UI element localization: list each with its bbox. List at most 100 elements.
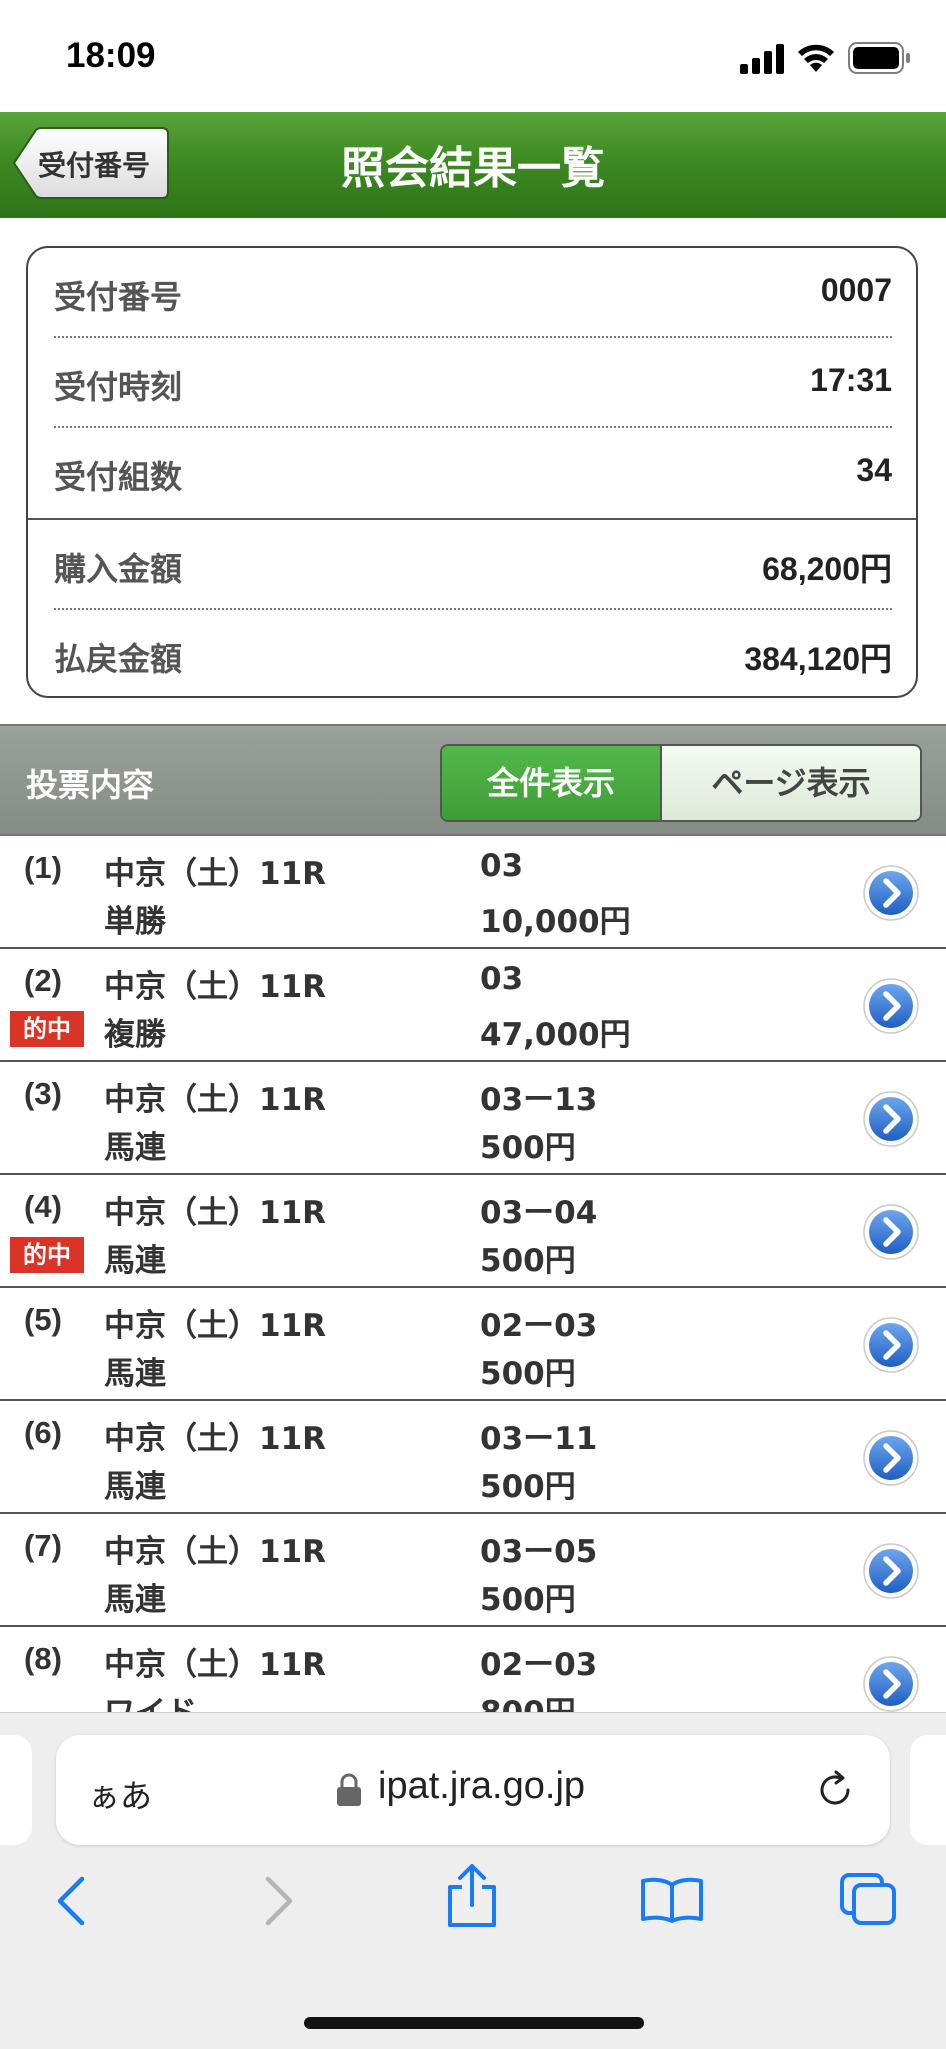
bet-number: (4) <box>24 1189 62 1224</box>
summary-value: 68,200円 <box>762 551 892 587</box>
chevron-right-circle-icon[interactable] <box>862 1316 920 1374</box>
bet-row[interactable]: (3) 中京（土）11R 馬連 03ー13 500円 <box>0 1062 946 1175</box>
summary-value: 384,120円 <box>744 641 892 677</box>
bet-race: 中京（土）11R <box>104 969 327 1005</box>
bet-row[interactable]: (2) 中京（土）11R 複勝 03 47,000円 的中 <box>0 949 946 1062</box>
bet-row[interactable]: (8) 中京（土）11R ワイド 02ー03 800円 <box>0 1627 946 1712</box>
bet-combination: 02ー03 <box>480 1647 598 1683</box>
bet-combination: 02ー03 <box>480 1308 598 1344</box>
bet-number: (2) <box>24 963 62 998</box>
hit-badge: 的中 <box>10 1011 84 1047</box>
summary-row-receipt-time: 受付時刻 17:31 <box>54 338 892 428</box>
next-tab-preview[interactable] <box>910 1735 946 1845</box>
bet-race: 中京（土）11R <box>104 1647 327 1683</box>
chevron-right-circle-icon[interactable] <box>862 1542 920 1600</box>
bet-row[interactable]: (7) 中京（土）11R 馬連 03ー05 500円 <box>0 1514 946 1627</box>
summary-label: 受付番号 <box>54 278 183 316</box>
bet-amount: 10,000円 <box>480 904 631 940</box>
signal-icon <box>740 44 784 74</box>
bet-type: 馬連 <box>104 1582 166 1618</box>
chevron-right-circle-icon[interactable] <box>862 1203 920 1261</box>
bet-list: (1) 中京（土）11R 単勝 03 10,000円 (2) 中京（土）11R 複勝 03 47,… <box>0 836 946 1712</box>
bet-race: 中京（土）11R <box>104 1534 327 1570</box>
browser-toolbar: ぁあ ipat.jra.go.jp <box>0 1712 946 2049</box>
bet-amount: 500円 <box>480 1243 576 1279</box>
reload-icon[interactable] <box>812 1767 858 1813</box>
summary-card: 受付番号 0007 受付時刻 17:31 受付組数 34 購入金額 68,200… <box>26 246 918 698</box>
summary-row-purchase-amount: 購入金額 68,200円 <box>54 520 892 610</box>
bet-amount: 500円 <box>480 1469 576 1505</box>
summary-value: 17:31 <box>810 362 892 398</box>
battery-icon <box>848 42 910 74</box>
summary-value: 34 <box>856 452 892 488</box>
bet-row[interactable]: (6) 中京（土）11R 馬連 03ー11 500円 <box>0 1401 946 1514</box>
bet-type: ワイド <box>104 1687 197 1712</box>
nav-header: 受付番号 照会結果一覧 <box>0 112 946 218</box>
bet-combination: 03ー13 <box>480 1082 598 1118</box>
summary-label: 購入金額 <box>54 550 183 588</box>
bet-combination: 03 <box>480 961 524 997</box>
show-all-button[interactable]: 全件表示 <box>442 746 662 820</box>
chevron-right-circle-icon[interactable] <box>862 1090 920 1148</box>
bet-amount: 800円 <box>480 1687 576 1712</box>
summary-row-receipt-number: 受付番号 0007 <box>54 248 892 338</box>
bet-number: (6) <box>24 1415 62 1450</box>
chevron-right-circle-icon[interactable] <box>862 1429 920 1487</box>
lock-icon <box>337 1773 361 1806</box>
bet-row[interactable]: (5) 中京（土）11R 馬連 02ー03 500円 <box>0 1288 946 1401</box>
summary-label: 払戻金額 <box>54 640 183 678</box>
forward-arrow-icon[interactable] <box>258 1873 298 1929</box>
page-settings-button[interactable]: ぁあ <box>88 1771 152 1817</box>
wifi-icon <box>798 44 834 72</box>
bet-type: 馬連 <box>104 1356 166 1392</box>
chevron-right-circle-icon[interactable] <box>862 864 920 922</box>
bet-number: (5) <box>24 1302 62 1337</box>
chevron-right-circle-icon[interactable] <box>862 1655 920 1712</box>
bet-row[interactable]: (4) 中京（土）11R 馬連 03ー04 500円 的中 <box>0 1175 946 1288</box>
bet-amount: 500円 <box>480 1130 576 1166</box>
status-bar: 18:09 <box>0 0 946 112</box>
view-toggle: 全件表示 ページ表示 <box>440 744 922 822</box>
back-arrow-icon[interactable] <box>52 1873 92 1929</box>
page-view-button[interactable]: ページ表示 <box>662 746 920 820</box>
bet-type: 複勝 <box>104 1017 166 1053</box>
bet-amount: 500円 <box>480 1582 576 1618</box>
section-title: 投票内容 <box>26 766 155 804</box>
bet-type: 馬連 <box>104 1243 166 1279</box>
bet-type: 単勝 <box>104 904 166 940</box>
bet-race: 中京（土）11R <box>104 1421 327 1457</box>
url-text: ipat.jra.go.jp <box>378 1765 586 1807</box>
home-indicator <box>304 2017 644 2029</box>
page-title: 照会結果一覧 <box>341 143 605 194</box>
bet-combination: 03ー04 <box>480 1195 598 1231</box>
address-bar[interactable]: ぁあ ipat.jra.go.jp <box>56 1735 890 1845</box>
hit-badge: 的中 <box>10 1237 84 1273</box>
bet-number: (8) <box>24 1641 62 1676</box>
bookmarks-icon[interactable] <box>640 1875 704 1923</box>
previous-tab-preview[interactable] <box>0 1735 32 1845</box>
tabs-icon[interactable] <box>838 1871 898 1927</box>
status-time: 18:09 <box>66 36 156 75</box>
bet-row[interactable]: (1) 中京（土）11R 単勝 03 10,000円 <box>0 836 946 949</box>
bet-number: (7) <box>24 1528 62 1563</box>
bet-type: 馬連 <box>104 1469 166 1505</box>
bet-amount: 47,000円 <box>480 1017 631 1053</box>
bet-number: (1) <box>24 850 62 885</box>
summary-label: 受付時刻 <box>54 368 183 406</box>
summary-value: 0007 <box>820 272 892 308</box>
bet-combination: 03ー05 <box>480 1534 598 1570</box>
section-bar: 投票内容 全件表示 ページ表示 <box>0 724 946 836</box>
bet-combination: 03ー11 <box>480 1421 598 1457</box>
summary-row-payout-amount: 払戻金額 384,120円 <box>54 610 892 700</box>
bet-amount: 500円 <box>480 1356 576 1392</box>
chevron-right-circle-icon[interactable] <box>862 977 920 1035</box>
share-icon[interactable] <box>444 1863 500 1929</box>
bet-race: 中京（土）11R <box>104 1308 327 1344</box>
bet-number: (3) <box>24 1076 62 1111</box>
summary-label: 受付組数 <box>54 458 183 496</box>
bet-race: 中京（土）11R <box>104 1082 327 1118</box>
summary-row-set-count: 受付組数 34 <box>54 428 892 518</box>
bet-combination: 03 <box>480 848 524 884</box>
bet-race: 中京（土）11R <box>104 1195 327 1231</box>
bet-type: 馬連 <box>104 1130 166 1166</box>
